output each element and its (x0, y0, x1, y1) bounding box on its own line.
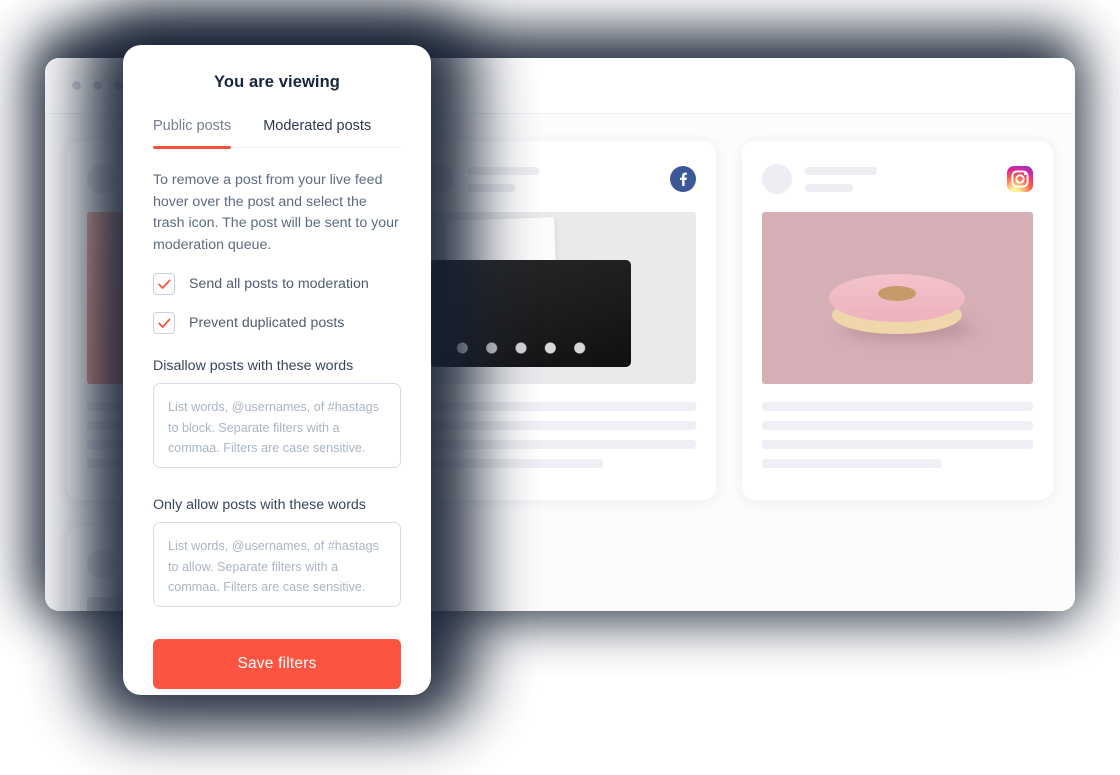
author-skeleton (467, 166, 669, 192)
window-dot-close-icon[interactable] (72, 81, 81, 90)
post-card-header (761, 160, 1033, 198)
screenshot-stage: You are viewing Public posts Moderated p… (0, 0, 1120, 775)
avatar (761, 164, 792, 194)
tab-moderated-posts[interactable]: Moderated posts (263, 118, 371, 147)
moderation-settings-modal: You are viewing Public posts Moderated p… (123, 45, 431, 695)
checkbox-send-all-to-moderation[interactable] (153, 273, 175, 296)
instagram-icon (1007, 166, 1033, 192)
checkbox-row-send-all-to-moderation[interactable]: Send all posts to moderation (153, 273, 401, 296)
allow-words-input[interactable] (153, 522, 401, 608)
save-filters-button[interactable]: Save filters (153, 639, 401, 690)
disallow-words-label: Disallow posts with these words (153, 358, 354, 375)
checkbox-prevent-duplicated-posts[interactable] (153, 312, 175, 335)
author-skeleton (804, 166, 1007, 192)
post-image (761, 212, 1033, 384)
modal-title: You are viewing (214, 73, 340, 91)
check-icon (157, 318, 170, 328)
post-card[interactable] (741, 141, 1053, 500)
disallow-words-input[interactable] (153, 383, 401, 469)
modal-tabs: Public posts Moderated posts (153, 118, 401, 149)
checkbox-label: Prevent duplicated posts (189, 315, 345, 332)
check-icon (157, 279, 170, 289)
tab-public-posts[interactable]: Public posts (153, 118, 232, 149)
checkbox-label: Send all posts to moderation (189, 276, 369, 293)
modal-description: To remove a post from your live feed hov… (153, 172, 399, 253)
post-body-skeleton (761, 402, 1033, 468)
allow-words-label: Only allow posts with these words (153, 497, 366, 514)
facebook-icon (669, 166, 696, 192)
checkbox-row-prevent-duplicated-posts[interactable]: Prevent duplicated posts (153, 312, 401, 335)
